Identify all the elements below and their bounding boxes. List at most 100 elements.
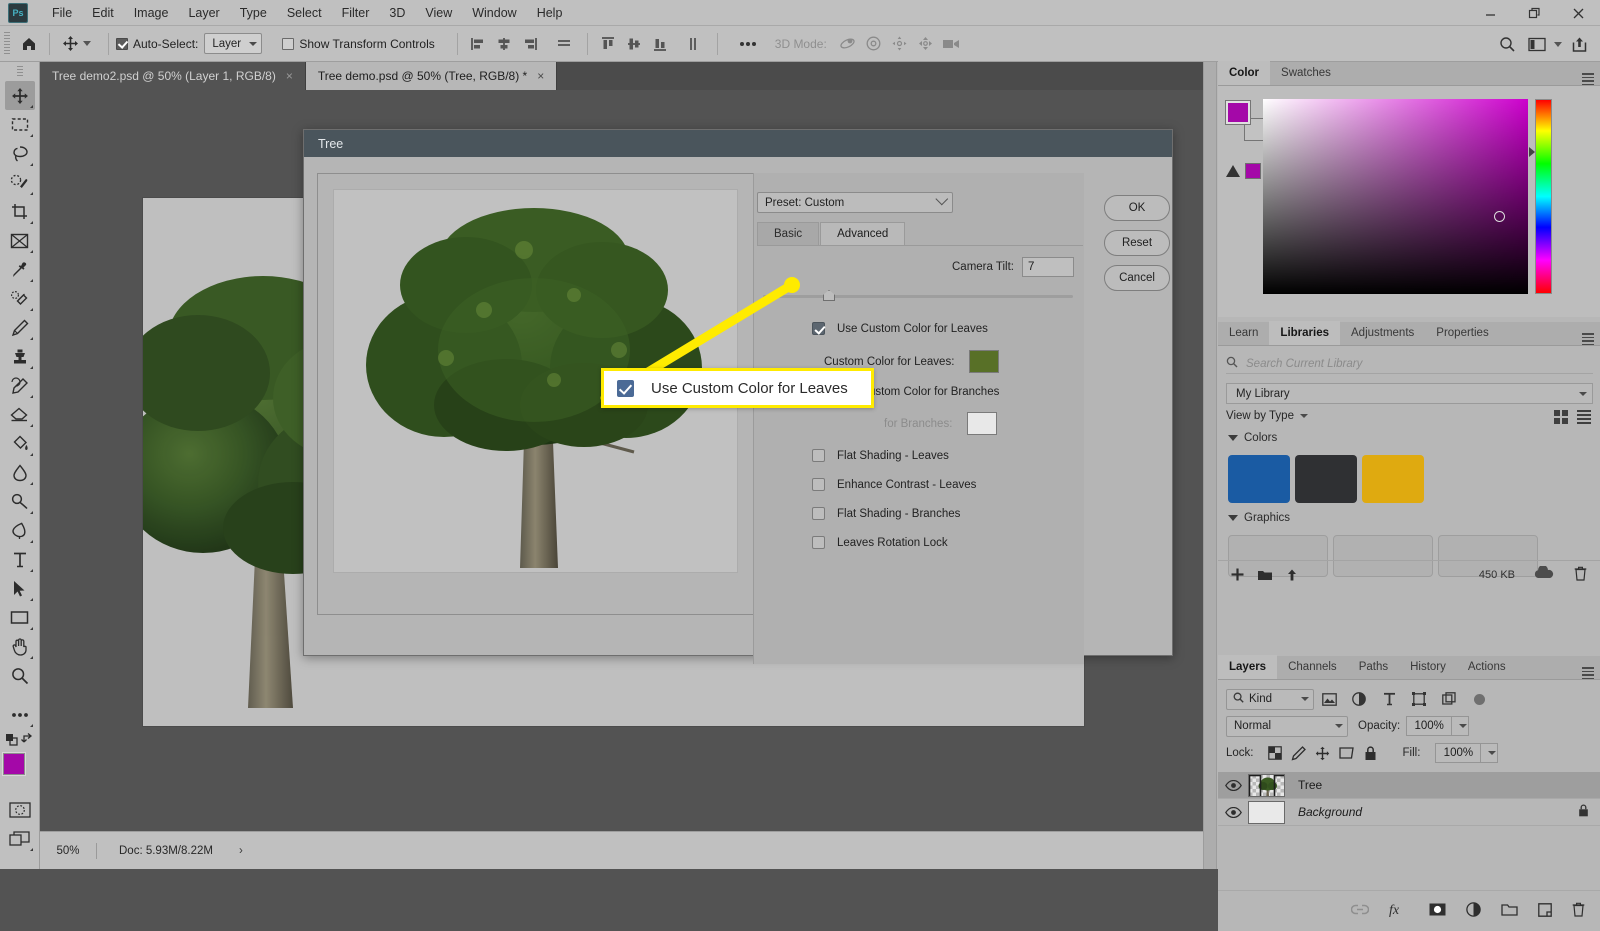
adjustment-layer-icon[interactable] bbox=[1466, 902, 1481, 917]
auto-select-target-dropdown[interactable]: Layer bbox=[204, 33, 263, 54]
foreground-background-color-swatches[interactable] bbox=[1, 752, 37, 787]
auto-select-checkbox[interactable] bbox=[116, 37, 128, 50]
filter-toggle-switch[interactable] bbox=[1464, 689, 1494, 710]
align-vertical-centers-icon[interactable] bbox=[621, 31, 647, 57]
layer-visibility-eye-icon[interactable] bbox=[1218, 806, 1248, 818]
auto-select-checkbox-row[interactable]: Auto-Select: bbox=[116, 37, 198, 51]
search-icon[interactable] bbox=[1494, 31, 1520, 57]
tab-channels[interactable]: Channels bbox=[1277, 655, 1348, 679]
chevron-down-icon[interactable] bbox=[83, 41, 91, 46]
delete-layer-trash-icon[interactable] bbox=[1572, 902, 1585, 917]
tab-basic[interactable]: Basic bbox=[757, 222, 820, 245]
library-search-input[interactable]: Search Current Library bbox=[1246, 358, 1362, 370]
library-selector-dropdown[interactable]: My Library bbox=[1226, 383, 1593, 404]
tab-advanced[interactable]: Advanced bbox=[820, 222, 906, 245]
crop-tool[interactable] bbox=[5, 197, 35, 226]
slide-3d-icon[interactable] bbox=[913, 31, 939, 57]
menu-item-help[interactable]: Help bbox=[527, 3, 573, 23]
distribute-vertical-icon[interactable] bbox=[681, 31, 707, 57]
flat-shading-branches-row[interactable]: Flat Shading - Branches bbox=[812, 507, 960, 520]
path-selection-tool[interactable] bbox=[5, 574, 35, 603]
default-colors-and-swap[interactable] bbox=[5, 729, 35, 749]
tab-adjustments[interactable]: Adjustments bbox=[1340, 321, 1425, 345]
panel-menu-icon[interactable] bbox=[1582, 73, 1594, 85]
dialog-title-bar[interactable]: Tree bbox=[304, 130, 1172, 157]
align-bottom-edges-icon[interactable] bbox=[647, 31, 673, 57]
home-icon[interactable] bbox=[16, 31, 42, 57]
object-selection-tool[interactable] bbox=[5, 168, 35, 197]
foreground-color-swatch[interactable] bbox=[1, 752, 26, 776]
layer-style-fx-icon[interactable]: fx bbox=[1389, 902, 1409, 917]
enhance-contrast-leaves-row[interactable]: Enhance Contrast - Leaves bbox=[812, 478, 976, 491]
custom-color-for-branches-row[interactable]: for Branches: bbox=[884, 412, 998, 435]
menu-item-edit[interactable]: Edit bbox=[82, 3, 124, 23]
dodge-tool[interactable] bbox=[5, 487, 35, 516]
tab-libraries[interactable]: Libraries bbox=[1269, 321, 1340, 345]
shape-filter-icon[interactable] bbox=[1404, 689, 1434, 710]
list-view-icon[interactable] bbox=[1577, 410, 1591, 424]
upload-icon[interactable] bbox=[1285, 568, 1299, 582]
lock-image-pixels-icon[interactable] bbox=[1287, 743, 1311, 763]
align-left-edges-icon[interactable] bbox=[465, 31, 491, 57]
type-filter-icon[interactable] bbox=[1374, 689, 1404, 710]
colors-section-header[interactable]: Colors bbox=[1228, 432, 1277, 444]
eraser-tool[interactable] bbox=[5, 400, 35, 429]
scale-3d-icon[interactable] bbox=[939, 31, 965, 57]
distribute-horizontal-icon[interactable] bbox=[551, 31, 577, 57]
library-search-row[interactable]: Search Current Library bbox=[1226, 354, 1593, 374]
enhance-contrast-leaves-checkbox[interactable] bbox=[812, 478, 825, 491]
screen-mode-icon[interactable] bbox=[5, 824, 35, 853]
menu-item-layer[interactable]: Layer bbox=[178, 3, 229, 23]
spot-healing-brush-tool[interactable] bbox=[5, 284, 35, 313]
lasso-tool[interactable] bbox=[5, 139, 35, 168]
menu-item-window[interactable]: Window bbox=[462, 3, 526, 23]
adjustment-filter-icon[interactable] bbox=[1344, 689, 1374, 710]
status-bar-menu-arrow-icon[interactable]: › bbox=[239, 845, 243, 857]
layer-thumbnail-tree[interactable] bbox=[1248, 773, 1285, 797]
menu-item-image[interactable]: Image bbox=[124, 3, 179, 23]
color-panel-foreground-swatch[interactable] bbox=[1225, 100, 1251, 125]
custom-color-for-leaves-swatch[interactable] bbox=[969, 350, 1000, 373]
flat-shading-leaves-row[interactable]: Flat Shading - Leaves bbox=[812, 449, 949, 462]
link-layers-icon[interactable] bbox=[1351, 904, 1369, 915]
brush-tool[interactable] bbox=[5, 313, 35, 342]
library-color-swatch-dark[interactable] bbox=[1295, 455, 1357, 503]
zoom-level[interactable]: 50% bbox=[40, 845, 96, 857]
tab-layers[interactable]: Layers bbox=[1218, 655, 1278, 679]
preset-dropdown[interactable]: Preset: Custom bbox=[757, 192, 953, 213]
grid-view-icon[interactable] bbox=[1554, 410, 1568, 424]
use-custom-color-for-leaves-checkbox[interactable] bbox=[812, 322, 825, 335]
tab-swatches[interactable]: Swatches bbox=[1270, 61, 1342, 85]
cancel-button[interactable]: Cancel bbox=[1104, 265, 1170, 291]
gamut-substitute-swatch[interactable] bbox=[1245, 163, 1261, 179]
align-horizontal-centers-icon[interactable] bbox=[491, 31, 517, 57]
blend-mode-dropdown[interactable]: Normal bbox=[1226, 715, 1348, 737]
smart-object-filter-icon[interactable] bbox=[1434, 689, 1464, 710]
horizontal-type-tool[interactable] bbox=[5, 545, 35, 574]
graphics-section-header[interactable]: Graphics bbox=[1228, 512, 1290, 524]
opacity-stepper-chevron-icon[interactable] bbox=[1452, 716, 1470, 736]
layer-row-tree[interactable]: Tree bbox=[1218, 772, 1600, 799]
rectangular-marquee-tool[interactable] bbox=[5, 110, 35, 139]
menu-item-file[interactable]: File bbox=[42, 3, 82, 23]
pixel-filter-icon[interactable] bbox=[1314, 689, 1344, 710]
add-icon[interactable] bbox=[1230, 567, 1245, 582]
hand-tool[interactable] bbox=[5, 632, 35, 661]
ok-button[interactable]: OK bbox=[1104, 195, 1170, 221]
new-layer-icon[interactable] bbox=[1538, 902, 1552, 917]
layer-name-background[interactable]: Background bbox=[1298, 805, 1362, 819]
new-group-icon[interactable] bbox=[1501, 903, 1518, 916]
close-icon[interactable]: × bbox=[286, 69, 293, 83]
paint-bucket-tool[interactable] bbox=[5, 429, 35, 458]
trash-icon[interactable] bbox=[1574, 566, 1587, 584]
tab-properties[interactable]: Properties bbox=[1425, 321, 1499, 345]
menu-item-view[interactable]: View bbox=[415, 3, 462, 23]
rectangle-tool[interactable] bbox=[5, 603, 35, 632]
blur-tool[interactable] bbox=[5, 458, 35, 487]
move-tool[interactable] bbox=[4, 81, 35, 110]
flat-shading-branches-checkbox[interactable] bbox=[812, 507, 825, 520]
collapsed-panel-rail[interactable] bbox=[1204, 62, 1217, 869]
camera-tilt-slider-handle[interactable] bbox=[823, 290, 835, 301]
align-right-edges-icon[interactable] bbox=[517, 31, 543, 57]
layer-name-tree[interactable]: Tree bbox=[1298, 778, 1322, 792]
